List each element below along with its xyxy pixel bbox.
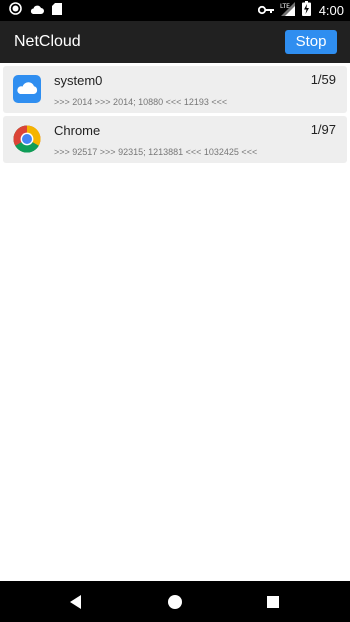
svg-text:LTE: LTE <box>280 3 290 10</box>
list-item-system0[interactable]: system0 1/59 >>> 2014 >>> 2014; 10880 <<… <box>3 66 347 113</box>
app-name: Chrome <box>54 123 101 138</box>
circle-notification-icon <box>9 1 22 20</box>
status-bar-left <box>9 1 62 20</box>
app-bar: NetCloud Stop <box>0 21 350 63</box>
vpn-key-icon <box>257 2 274 20</box>
connection-count: 1/59 <box>310 72 336 87</box>
traffic-stats: >>> 2014 >>> 2014; 10880 <<< 12193 <<< <box>54 97 228 107</box>
traffic-stats: >>> 92517 >>> 92315; 1213881 <<< 1032425… <box>54 147 258 157</box>
app-title: NetCloud <box>14 33 81 50</box>
back-icon[interactable] <box>66 592 86 612</box>
stop-button[interactable]: Stop <box>285 30 337 54</box>
list-item-chrome[interactable]: Chrome 1/97 >>> 92517 >>> 92315; 1213881… <box>3 116 347 163</box>
chrome-app-icon <box>13 125 41 153</box>
connection-count: 1/97 <box>310 122 336 137</box>
navigation-bar <box>0 581 350 622</box>
home-icon[interactable] <box>165 592 185 612</box>
status-time: 4:00 <box>318 3 344 18</box>
status-bar: LTE 4:00 <box>0 0 350 21</box>
app-name: system0 <box>54 73 103 88</box>
recents-icon[interactable] <box>263 592 283 612</box>
sd-card-icon <box>52 2 62 20</box>
status-bar-right: LTE 4:00 <box>257 0 344 21</box>
cloud-notification-icon <box>30 2 44 20</box>
battery-charging-icon <box>301 0 311 21</box>
cloud-app-icon <box>13 75 41 103</box>
lte-signal-icon: LTE <box>280 1 296 21</box>
